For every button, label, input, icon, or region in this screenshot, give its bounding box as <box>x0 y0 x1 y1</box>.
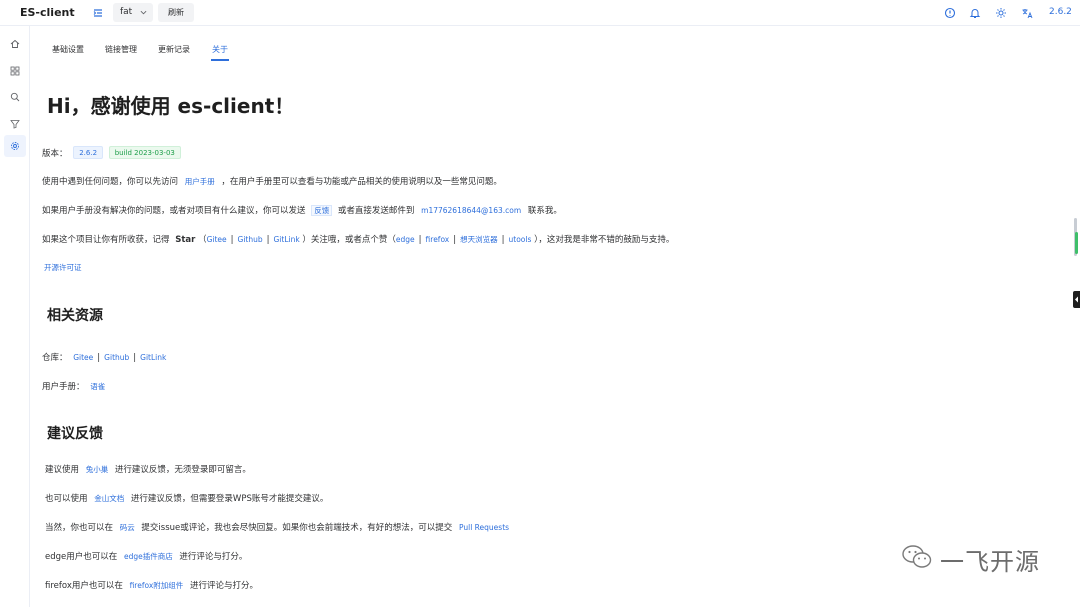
pull-requests-link[interactable]: Pull Requests <box>459 523 509 532</box>
text: 如果这个项目让你有所收获，记得 <box>42 235 170 245</box>
sidebar <box>0 26 30 607</box>
watermark-text: 一飞开源 <box>940 548 1040 576</box>
feedback-line-3: 当然，你也可以在 码云 提交issue或评论，我也会尽快回复。如果你也会前端技术… <box>45 521 509 533</box>
text: 建议使用 <box>45 465 80 475</box>
kdocs-link[interactable]: 金山文档 <box>94 494 124 503</box>
version-row-label: 版本： <box>42 149 68 159</box>
sidebar-item-search[interactable] <box>4 86 26 108</box>
text: 联系我。 <box>527 206 562 216</box>
sidebar-item-filter[interactable] <box>4 113 26 135</box>
utools-link[interactable]: utools <box>509 235 532 244</box>
separator: | <box>266 235 270 245</box>
separator: | <box>418 235 422 245</box>
sidebar-item-settings[interactable] <box>4 135 26 157</box>
firefox-link[interactable]: firefox <box>426 235 450 244</box>
repo-label: 仓库： <box>42 353 68 363</box>
github-link[interactable]: Github <box>238 235 263 244</box>
gitee-link[interactable]: Gitee <box>207 235 227 244</box>
firefox-addons-link[interactable]: firefox附加组件 <box>130 581 184 590</box>
edge-link[interactable]: edge <box>396 235 415 244</box>
paragraph-star: 如果这个项目让你有所收获，记得 Star （Gitee | Github | GitLi… <box>42 233 674 245</box>
page-title: Hi，感谢使用 es-client！ <box>47 94 295 118</box>
version-row: 版本： 2.6.2 build 2023-03-03 <box>42 146 181 159</box>
text: 进行评论与打分。 <box>189 581 258 591</box>
separator: | <box>97 353 101 363</box>
section-title-resources: 相关资源 <box>47 308 103 324</box>
filter-icon <box>10 120 20 129</box>
paragraph-manual: 使用中遇到任何问题，你可以先访问 用户手册 ，在用户手册里可以查看与功能或产品相… <box>42 175 502 187</box>
text: 如果用户手册没有解决你的问题，或者对项目有什么建议，你可以发送 <box>42 206 306 216</box>
manual-row: 用户手册： 语雀 <box>42 380 105 392</box>
feedback-link[interactable]: 反馈 <box>311 205 333 216</box>
edge-addons-link[interactable]: edge插件商店 <box>124 552 173 561</box>
wechat-icon <box>902 545 932 568</box>
text: ），这对我是非常不错的鼓励与支持。 <box>534 235 675 245</box>
separator: | <box>133 353 137 363</box>
grid-icon <box>10 66 20 76</box>
license-row: 开源许可证 <box>44 262 82 273</box>
feedback-line-5: firefox用户也可以在 firefox附加组件 进行评论与打分。 <box>45 579 258 591</box>
version-badge: 2.6.2 <box>73 146 104 159</box>
separator: | <box>453 235 457 245</box>
repo-gitee-link[interactable]: Gitee <box>73 353 93 362</box>
text: 当然，你也可以在 <box>45 523 114 533</box>
content-scrollbar[interactable] <box>1070 62 1078 607</box>
search-icon <box>10 92 20 102</box>
separator: | <box>230 235 234 245</box>
text: edge用户也可以在 <box>45 552 118 562</box>
text: 或者直接发送邮件到 <box>337 206 415 216</box>
text: 进行建议反馈，无须登录即可留言。 <box>114 465 251 475</box>
text: （ <box>198 235 207 245</box>
text: ）关注哦，或者点个赞（ <box>302 235 396 245</box>
text: 也可以使用 <box>45 494 88 504</box>
separator: | <box>501 235 505 245</box>
feedback-line-4: edge用户也可以在 edge插件商店 进行评论与打分。 <box>45 550 247 562</box>
user-manual-link[interactable]: 用户手册 <box>185 177 215 186</box>
feedback-line-1: 建议使用 兔小巢 进行建议反馈，无须登录即可留言。 <box>45 463 251 475</box>
repo-gitlink-link[interactable]: GitLink <box>140 353 166 362</box>
version-label[interactable]: 2.6.2 <box>1049 7 1072 17</box>
text: 提交issue或评论，我也会尽快回复。如果你也会前端技术，有好的想法，可以提交 <box>141 523 453 533</box>
gear-icon <box>11 142 19 150</box>
section-title-feedback: 建议反馈 <box>47 426 103 442</box>
home-icon <box>10 39 20 48</box>
side-drawer-handle[interactable] <box>1073 291 1080 308</box>
text: 进行评论与打分。 <box>179 552 248 562</box>
tuxiaochao-link[interactable]: 兔小巢 <box>86 465 109 474</box>
text: 进行建议反馈，但需要登录WPS账号才能提交建议。 <box>130 494 329 504</box>
build-badge: build 2023-03-03 <box>108 146 181 159</box>
repo-github-link[interactable]: Github <box>104 353 129 362</box>
email-link[interactable]: m17762618644@163.com <box>421 206 521 215</box>
watermark: 一飞开源 <box>902 540 1050 576</box>
sidebar-item-indices[interactable] <box>4 60 26 82</box>
text: 使用中遇到任何问题，你可以先访问 <box>42 177 179 187</box>
paragraph-feedback: 如果用户手册没有解决你的问题，或者对项目有什么建议，你可以发送 反馈 或者直接发… <box>42 204 562 216</box>
license-link[interactable]: 开源许可证 <box>44 263 82 272</box>
caret-left-icon <box>1075 296 1078 303</box>
star-text: Star <box>175 235 196 245</box>
repo-row: 仓库： Gitee | Github | GitLink <box>42 351 166 363</box>
text: firefox用户也可以在 <box>45 581 123 591</box>
manual-label: 用户手册： <box>42 382 85 392</box>
xiangtian-browser-link[interactable]: 想天浏览器 <box>460 235 498 244</box>
sidebar-item-home[interactable] <box>4 33 26 55</box>
gitee-issue-link[interactable]: 码云 <box>120 523 135 532</box>
scrollbar-position-marker <box>1075 232 1078 254</box>
text: ，在用户手册里可以查看与功能或产品相关的使用说明以及一些常见问题。 <box>221 177 502 187</box>
gitlink-link[interactable]: GitLink <box>274 235 300 244</box>
about-content: Hi，感谢使用 es-client！ 版本： 2.6.2 build 2023-… <box>40 0 1050 607</box>
feedback-line-2: 也可以使用 金山文档 进行建议反馈，但需要登录WPS账号才能提交建议。 <box>45 492 328 504</box>
yuque-link[interactable]: 语雀 <box>90 382 105 391</box>
